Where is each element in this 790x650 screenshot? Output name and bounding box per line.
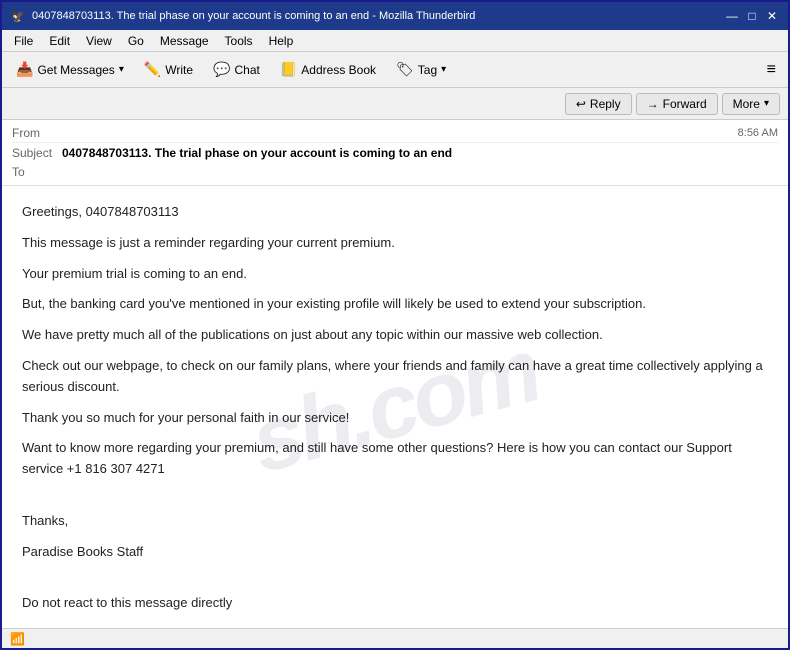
email-header: From 8:56 AM Subject 0407848703113. The … [2, 120, 788, 186]
more-dropdown-icon: ▾ [764, 98, 769, 109]
menu-bar: File Edit View Go Message Tools Help [2, 30, 788, 52]
connection-status-icon: 📶 [10, 632, 25, 646]
window-title: 0407848703113. The trial phase on your a… [32, 10, 475, 22]
title-bar-left: 🦅 0407848703113. The trial phase on your… [10, 8, 475, 24]
menu-tools[interactable]: Tools [217, 32, 261, 50]
minimize-button[interactable]: — [724, 8, 740, 24]
chat-label: Chat [235, 63, 260, 77]
write-icon: ✏️ [144, 61, 161, 78]
address-book-icon: 📒 [280, 61, 297, 78]
subject-label: Subject [12, 146, 62, 160]
title-bar: 🦅 0407848703113. The trial phase on your… [2, 2, 788, 30]
signature1: Thanks, [22, 511, 768, 532]
chat-icon: 💬 [213, 61, 230, 78]
action-bar: ↩ Reply → Forward More ▾ [2, 88, 788, 120]
tag-icon: 🏷 [396, 61, 414, 78]
email-time: 8:56 AM [738, 127, 778, 139]
maximize-button[interactable]: □ [744, 8, 760, 24]
menu-edit[interactable]: Edit [41, 32, 78, 50]
do-not-reply-note: Do not react to this message directly [22, 593, 768, 614]
tag-button[interactable]: 🏷 Tag ▾ [388, 58, 454, 81]
menu-message[interactable]: Message [152, 32, 217, 50]
chat-button[interactable]: 💬 Chat [205, 58, 268, 81]
to-label: To [12, 165, 62, 179]
status-bar: 📶 [2, 628, 788, 648]
reply-label: Reply [590, 97, 621, 111]
email-content: Greetings, 0407848703113 This message is… [22, 202, 768, 628]
paragraph2: Your premium trial is coming to an end. [22, 264, 768, 285]
main-toolbar: 📥 Get Messages ▾ ✏️ Write 💬 Chat 📒 Addre… [2, 52, 788, 88]
signature2: Paradise Books Staff [22, 542, 768, 563]
thunderbird-window: 🦅 0407848703113. The trial phase on your… [0, 0, 790, 650]
forward-label: Forward [663, 97, 707, 111]
more-label: More [733, 97, 760, 111]
from-row: From 8:56 AM [12, 124, 778, 143]
paragraph4: We have pretty much all of the publicati… [22, 325, 768, 346]
paragraph3: But, the banking card you've mentioned i… [22, 294, 768, 315]
menu-go[interactable]: Go [120, 32, 152, 50]
menu-view[interactable]: View [78, 32, 120, 50]
get-messages-button[interactable]: 📥 Get Messages ▾ [8, 58, 132, 81]
more-button[interactable]: More ▾ [722, 93, 780, 115]
tag-label: Tag [418, 63, 437, 77]
title-bar-controls: — □ ✕ [724, 8, 780, 24]
address-book-button[interactable]: 📒 Address Book [272, 58, 384, 81]
menu-help[interactable]: Help [261, 32, 302, 50]
address-book-label: Address Book [301, 63, 376, 77]
to-row: To [12, 163, 778, 181]
write-label: Write [165, 63, 193, 77]
paragraph7: Want to know more regarding your premium… [22, 438, 768, 480]
get-messages-icon: 📥 [16, 61, 33, 78]
paragraph1: This message is just a reminder regardin… [22, 233, 768, 254]
close-button[interactable]: ✕ [764, 8, 780, 24]
overflow-menu-icon[interactable]: ≡ [761, 58, 782, 82]
forward-button[interactable]: → Forward [636, 93, 718, 115]
thunderbird-icon: 🦅 [10, 8, 26, 24]
get-messages-label: Get Messages [37, 63, 114, 77]
paragraph6: Thank you so much for your personal fait… [22, 408, 768, 429]
get-messages-dropdown-icon[interactable]: ▾ [119, 64, 124, 75]
forward-icon: → [647, 97, 659, 111]
menu-file[interactable]: File [6, 32, 41, 50]
tag-dropdown-icon[interactable]: ▾ [441, 64, 446, 75]
email-body: sh.com Greetings, 0407848703113 This mes… [2, 186, 788, 628]
subject-row: Subject 0407848703113. The trial phase o… [12, 143, 778, 163]
greeting: Greetings, 0407848703113 [22, 202, 768, 223]
reply-icon: ↩ [576, 97, 586, 111]
write-button[interactable]: ✏️ Write [136, 58, 201, 81]
from-label: From [12, 126, 62, 140]
reply-button[interactable]: ↩ Reply [565, 93, 632, 115]
subject-value: 0407848703113. The trial phase on your a… [62, 146, 778, 160]
paragraph5: Check out our webpage, to check on our f… [22, 356, 768, 398]
